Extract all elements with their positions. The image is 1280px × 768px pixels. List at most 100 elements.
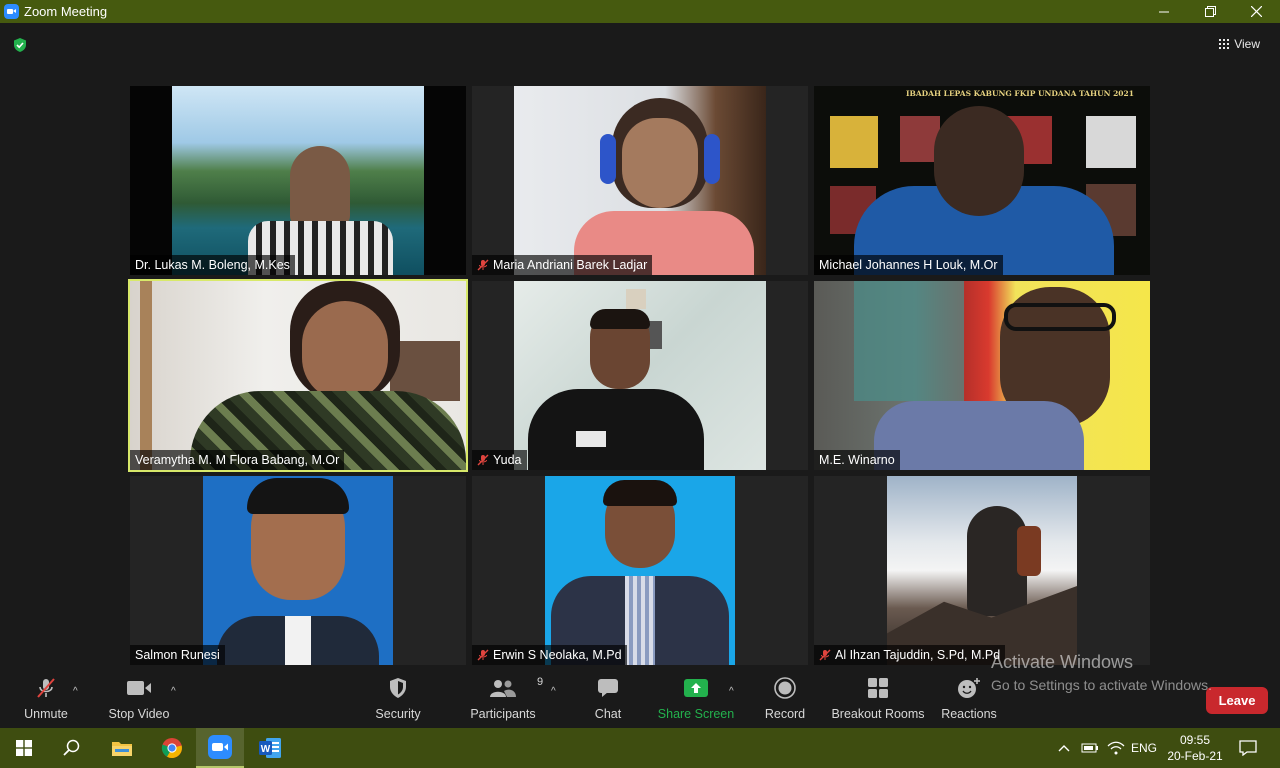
participant-name-tag: Dr. Lukas M. Boleng, M.Kes	[130, 255, 295, 275]
participant-name: Maria Andriani Barek Ladjar	[493, 258, 648, 272]
participant-name-tag: Al Ihzan Tajuddin, S.Pd, M.Pd	[814, 645, 1006, 665]
share-screen-icon	[684, 675, 708, 701]
chat-button[interactable]: Chat	[588, 671, 628, 728]
muted-mic-icon	[819, 649, 831, 661]
participants-icon: 9	[489, 675, 543, 701]
video-feed	[130, 86, 466, 275]
participant-name-tag: Salmon Runesi	[130, 645, 225, 665]
activate-windows-title: Activate Windows	[991, 652, 1134, 672]
participant-name: Dr. Lukas M. Boleng, M.Kes	[135, 258, 290, 272]
video-feed	[545, 476, 735, 665]
window-title: Zoom Meeting	[24, 4, 108, 19]
security-label: Security	[375, 707, 421, 721]
chevron-up-icon[interactable]: ^	[551, 686, 556, 697]
wifi-icon[interactable]	[1107, 728, 1125, 768]
video-feed	[814, 281, 1150, 470]
video-tile[interactable]: M.E. Winarno	[814, 281, 1150, 470]
chevron-up-icon[interactable]: ^	[729, 686, 734, 697]
minimize-icon[interactable]	[1141, 0, 1187, 23]
video-tile[interactable]: Dr. Lukas M. Boleng, M.Kes	[130, 86, 466, 275]
chrome-icon[interactable]	[148, 728, 196, 768]
muted-mic-icon	[477, 649, 489, 661]
chat-label: Chat	[594, 707, 622, 721]
windows-taskbar: W ENG 09:55 20-Feb-21	[0, 728, 1280, 768]
participant-name-tag: Maria Andriani Barek Ladjar	[472, 255, 653, 275]
word-icon[interactable]: W	[246, 728, 294, 768]
windows-start-icon[interactable]	[0, 728, 48, 768]
activate-windows-subtitle: Go to Settings to activate Windows.	[991, 677, 1212, 693]
stop-video-button[interactable]: Stop Video	[104, 671, 174, 728]
video-tile[interactable]: Maria Andriani Barek Ladjar	[472, 86, 808, 275]
window-titlebar: Zoom Meeting	[0, 0, 1280, 23]
zoom-icon[interactable]	[196, 728, 244, 768]
video-tile-active-speaker[interactable]: Veramytha M. M Flora Babang, M.Or	[128, 279, 468, 472]
chat-bubble-icon	[597, 675, 619, 701]
unmute-button[interactable]: Unmute	[18, 671, 74, 728]
zoom-app-icon	[4, 4, 19, 19]
breakout-rooms-button[interactable]: Breakout Rooms	[831, 671, 925, 728]
record-button[interactable]: Record	[763, 671, 807, 728]
language-indicator[interactable]: ENG	[1131, 728, 1157, 768]
chevron-up-icon[interactable]: ^	[171, 686, 176, 697]
security-button[interactable]: Security	[370, 671, 426, 728]
video-tile[interactable]: Salmon Runesi	[130, 476, 466, 665]
muted-mic-icon	[34, 675, 58, 701]
participant-name-tag: Yuda	[472, 450, 527, 470]
participants-count: 9	[537, 676, 544, 688]
video-feed	[203, 476, 393, 665]
participants-label: Participants	[470, 707, 536, 721]
meeting-gallery: View Dr. Lukas M. Boleng, M.Kes Maria An…	[0, 23, 1280, 671]
record-label: Record	[764, 707, 806, 721]
show-hidden-icons-chevron-icon[interactable]	[1057, 728, 1071, 768]
restore-icon[interactable]	[1187, 0, 1233, 23]
video-feed	[130, 281, 466, 470]
video-camera-icon	[126, 675, 152, 701]
view-button[interactable]: View	[1213, 34, 1266, 54]
grid-view-icon	[1219, 39, 1230, 49]
video-feed	[887, 476, 1077, 665]
svg-text:W: W	[261, 744, 271, 755]
stop-video-label: Stop Video	[108, 707, 170, 721]
participant-name: Yuda	[493, 453, 522, 467]
view-label: View	[1234, 37, 1260, 51]
clock-date: 20-Feb-21	[1167, 749, 1223, 763]
share-screen-button[interactable]: Share Screen	[658, 671, 734, 728]
muted-mic-icon	[477, 259, 489, 271]
chevron-up-icon[interactable]: ^	[73, 686, 78, 697]
breakout-rooms-label: Breakout Rooms	[831, 707, 925, 721]
shield-icon	[388, 675, 408, 701]
search-icon[interactable]	[48, 728, 96, 768]
video-tile[interactable]: Al Ihzan Tajuddin, S.Pd, M.Pd	[814, 476, 1150, 665]
breakout-rooms-icon	[867, 675, 889, 701]
video-tile[interactable]: Erwin S Neolaka, M.Pd	[472, 476, 808, 665]
clock-time: 09:55	[1179, 733, 1211, 747]
taskbar-clock[interactable]: 09:55 20-Feb-21	[1166, 732, 1224, 764]
video-tile[interactable]: IBADAH LEPAS KABUNG FKIP UNDANA TAHUN 20…	[814, 86, 1150, 275]
reactions-button[interactable]: Reactions	[940, 671, 998, 728]
reactions-label: Reactions	[941, 707, 997, 721]
participant-name-tag: Erwin S Neolaka, M.Pd	[472, 645, 627, 665]
memorial-banner-text: IBADAH LEPAS KABUNG FKIP UNDANA TAHUN 20…	[906, 89, 1134, 98]
unmute-label: Unmute	[24, 707, 68, 721]
participant-name: M.E. Winarno	[819, 453, 895, 467]
participant-name: Erwin S Neolaka, M.Pd	[493, 648, 622, 662]
participants-button[interactable]: 9 Participants	[470, 671, 543, 728]
battery-icon[interactable]	[1081, 728, 1099, 768]
record-icon	[774, 675, 796, 701]
leave-button[interactable]: Leave	[1206, 687, 1268, 714]
file-explorer-icon[interactable]	[98, 728, 146, 768]
smiley-plus-icon	[957, 675, 981, 701]
shield-check-icon[interactable]	[12, 37, 28, 53]
participant-name: Al Ihzan Tajuddin, S.Pd, M.Pd	[835, 648, 1001, 662]
participant-name: Michael Johannes H Louk, M.Or	[819, 258, 998, 272]
video-feed	[514, 86, 766, 275]
notification-icon[interactable]	[1239, 728, 1257, 768]
video-feed	[514, 281, 766, 470]
video-feed: IBADAH LEPAS KABUNG FKIP UNDANA TAHUN 20…	[814, 86, 1150, 275]
share-screen-label: Share Screen	[657, 707, 735, 721]
participant-name: Veramytha M. M Flora Babang, M.Or	[135, 453, 340, 467]
participant-name: Salmon Runesi	[135, 648, 220, 662]
participant-name-tag: M.E. Winarno	[814, 450, 900, 470]
video-tile[interactable]: Yuda	[472, 281, 808, 470]
close-icon[interactable]	[1233, 0, 1279, 23]
